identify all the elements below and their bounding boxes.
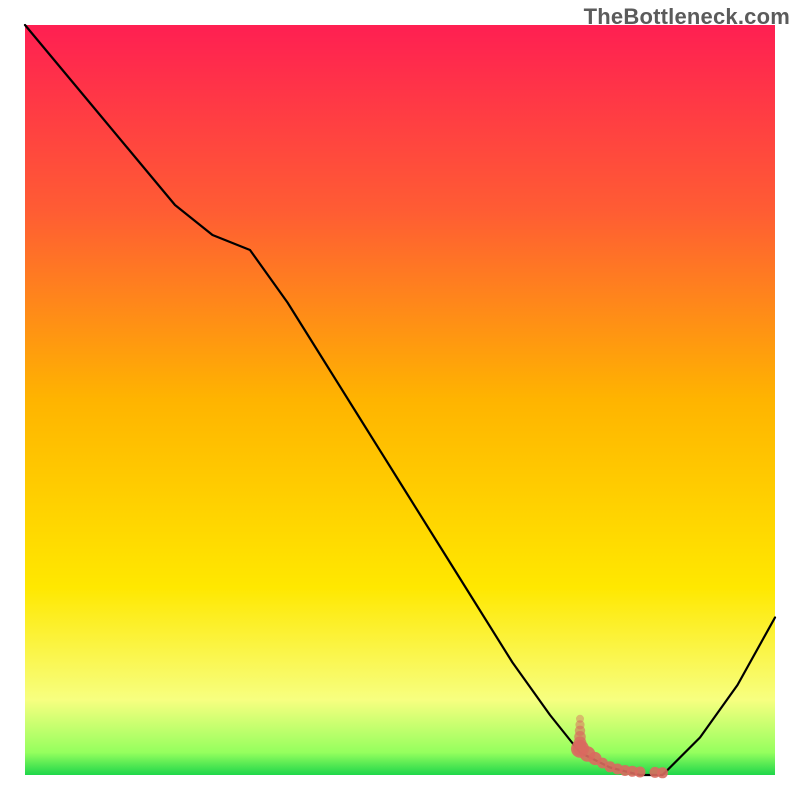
plot-background — [25, 25, 775, 775]
bottleneck-chart — [0, 0, 800, 800]
highlight-dot — [635, 767, 646, 778]
chart-container: TheBottleneck.com — [0, 0, 800, 800]
highlight-dot — [576, 715, 584, 723]
highlight-dot — [657, 767, 668, 778]
watermark-label: TheBottleneck.com — [584, 4, 790, 30]
